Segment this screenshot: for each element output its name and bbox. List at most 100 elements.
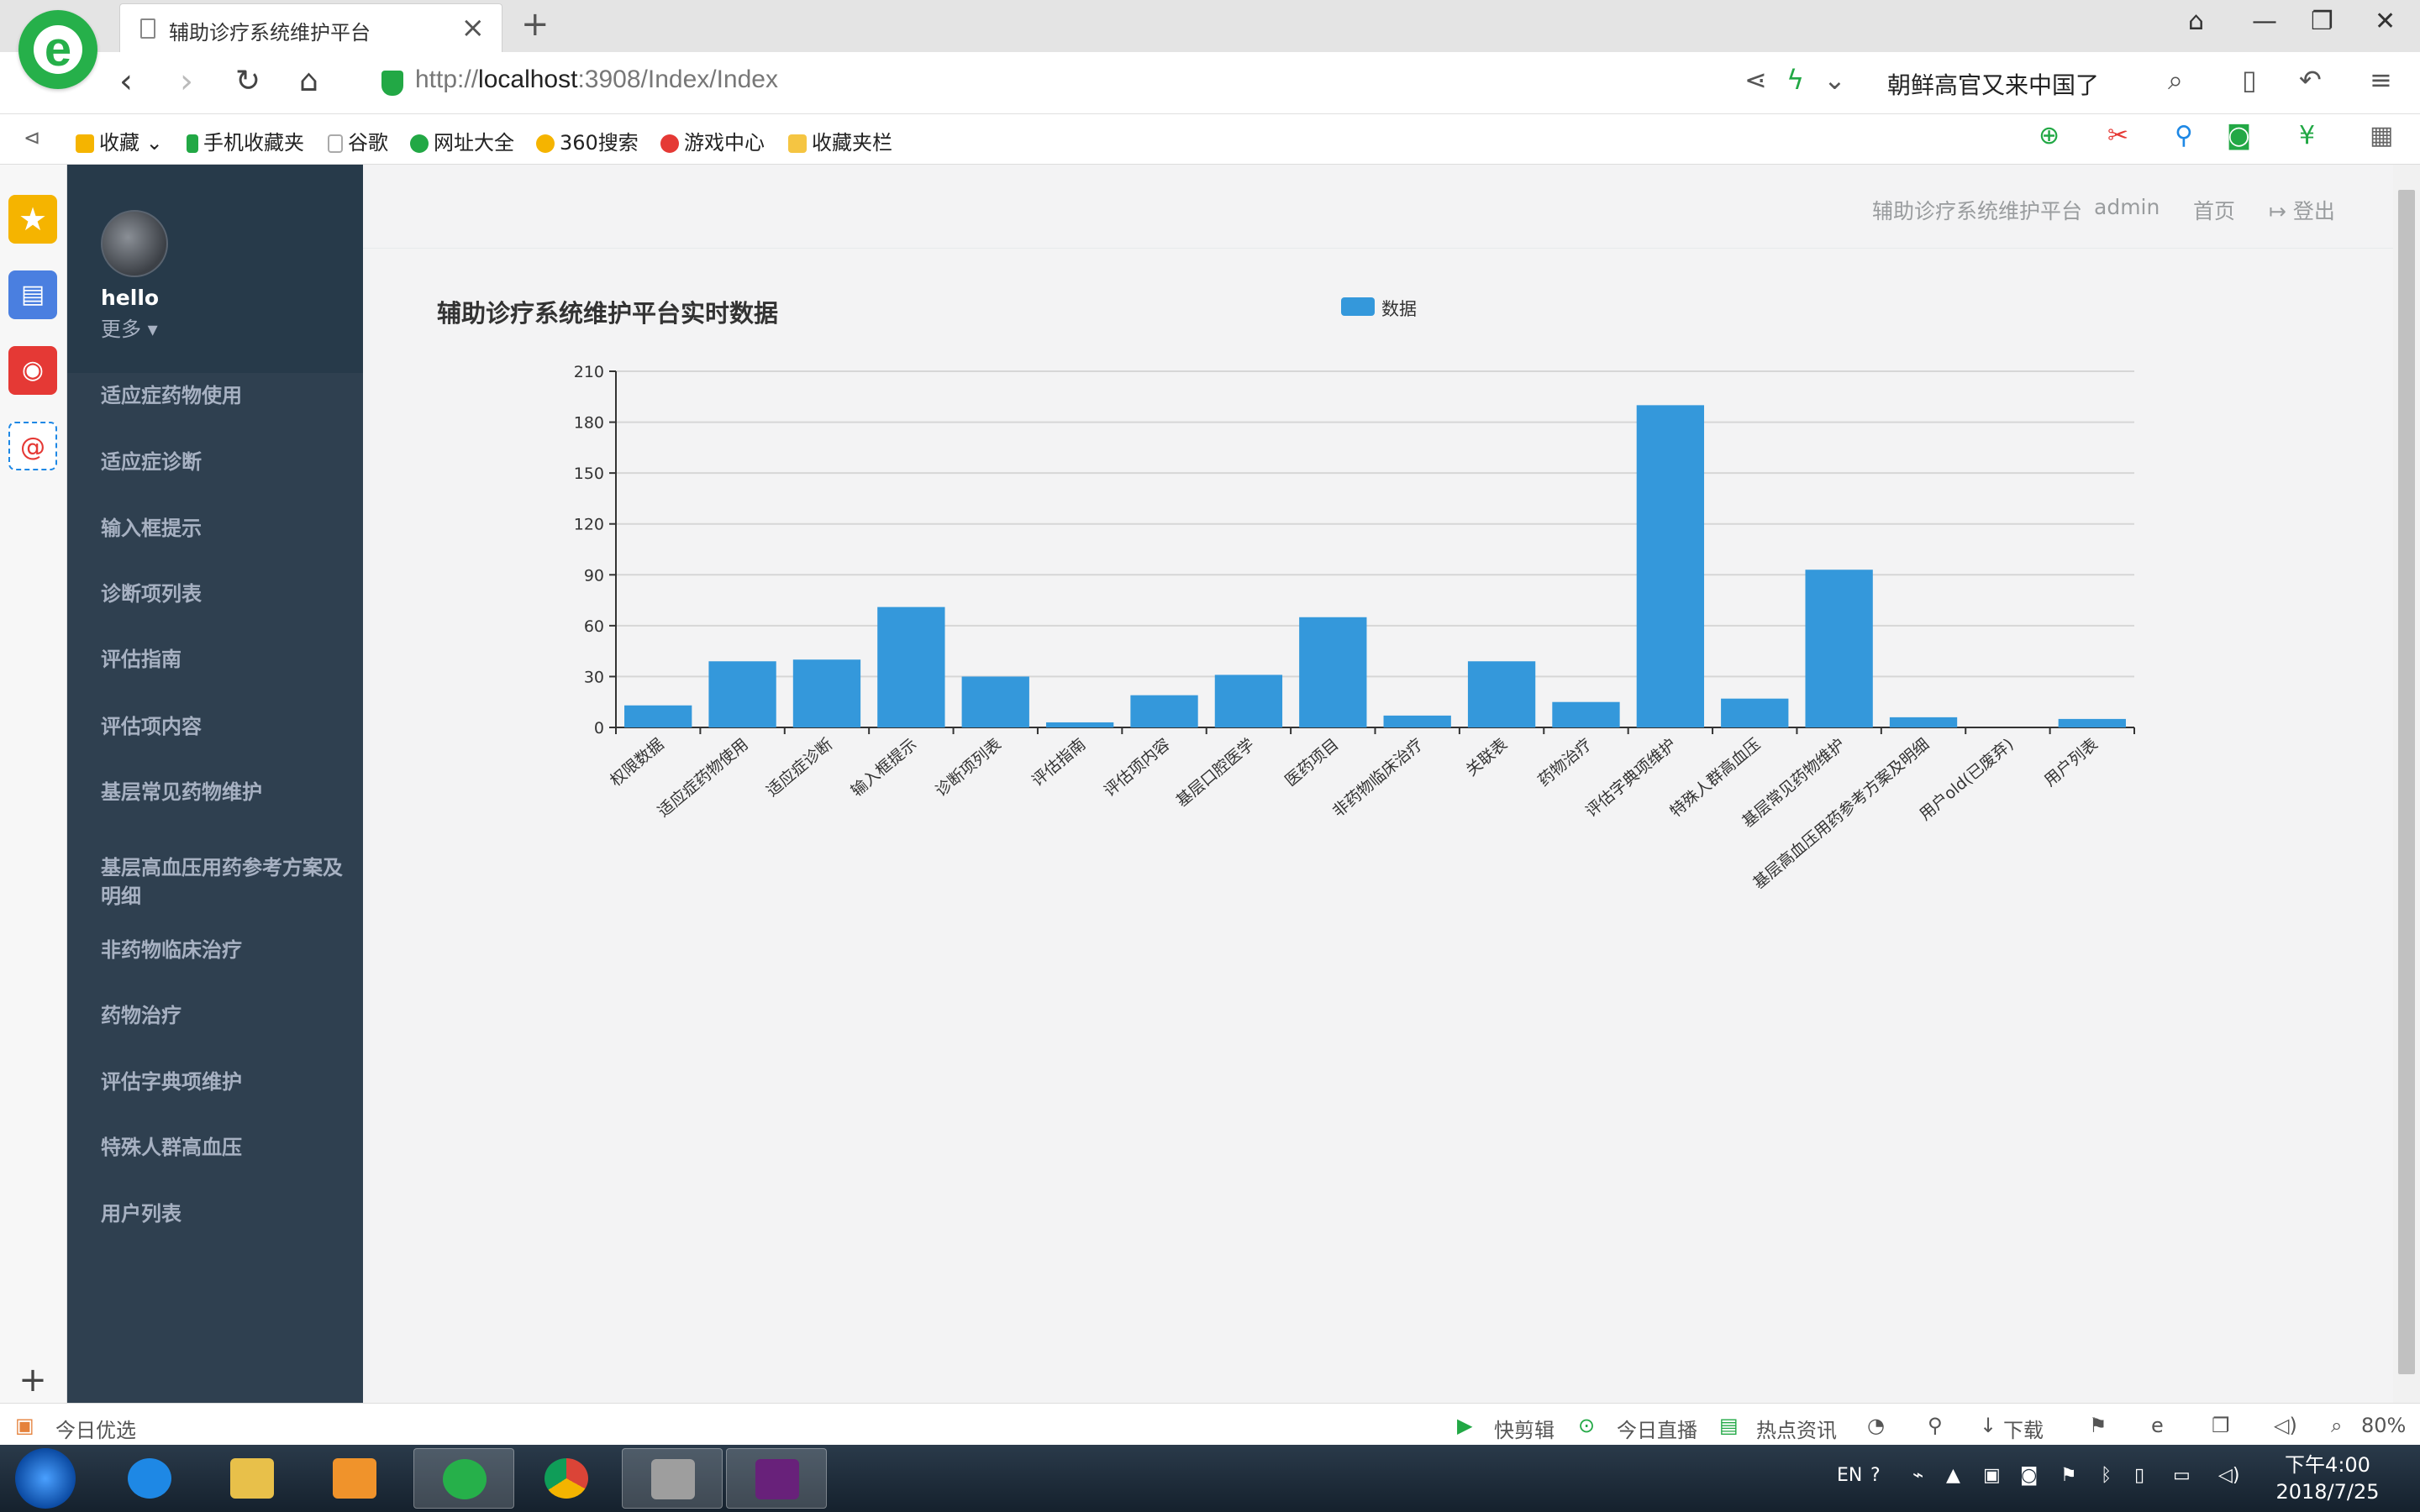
chart-bar[interactable]	[1045, 722, 1114, 727]
sidebar-nav-item[interactable]: 特殊人群高血压	[101, 1133, 345, 1162]
favorite-item[interactable]: 谷歌	[328, 126, 388, 155]
chart-bar[interactable]	[708, 661, 776, 727]
rocket-icon[interactable]: ⚲	[1928, 1414, 1943, 1437]
chart-bar[interactable]	[877, 606, 945, 727]
news-search-hint[interactable]: 朝鲜高官又来中国了	[1887, 67, 2099, 101]
menu-icon[interactable]: ≡	[2370, 64, 2392, 96]
zoom-level[interactable]: 80%	[2361, 1414, 2406, 1437]
battery-icon[interactable]: ▯	[2134, 1465, 2144, 1486]
avatar[interactable]	[101, 210, 168, 277]
pen-icon[interactable]: ⌁	[1912, 1465, 1923, 1486]
download-link[interactable]: 下载	[2003, 1414, 2044, 1443]
zoom-icon[interactable]: ⌕	[2331, 1414, 2342, 1437]
explorer-taskbar-icon[interactable]	[202, 1448, 302, 1509]
window-icon[interactable]: ❐	[2212, 1414, 2230, 1437]
visual-studio-taskbar-icon[interactable]	[726, 1448, 827, 1509]
sidebar-nav-item[interactable]: 输入框提示	[101, 514, 345, 543]
sidebar-nav-item[interactable]: 适应症药物使用	[101, 381, 345, 410]
forward-icon[interactable]: ›	[180, 62, 193, 101]
tab-close-icon[interactable]: ×	[461, 11, 486, 45]
browser-tab[interactable]: 辅助诊疗系统维护平台 ×	[119, 3, 502, 52]
favorite-item[interactable]: 游戏中心	[660, 126, 765, 155]
favorite-item[interactable]: 360搜索	[536, 126, 639, 155]
wallet-icon[interactable]: ¥	[2299, 121, 2315, 150]
new-tab-button[interactable]: +	[521, 5, 550, 44]
zoom-icon[interactable]: ⚲	[2175, 121, 2193, 150]
sidebar-nav-item[interactable]: 评估字典项维护	[101, 1068, 345, 1096]
chart-bar[interactable]	[624, 705, 692, 727]
chart-bar[interactable]	[1299, 617, 1367, 727]
chart-bar[interactable]	[1636, 405, 1705, 727]
network-icon[interactable]: ▭	[2173, 1465, 2191, 1486]
today-picks[interactable]: 今日优选	[55, 1414, 136, 1443]
sidebar-nav-item[interactable]: 非药物临床治疗	[101, 936, 345, 964]
phone-icon[interactable]: ▯	[2242, 64, 2257, 96]
sidebar-nav-item[interactable]: 基层常见药物维护	[101, 778, 345, 806]
favorite-item[interactable]: 手机收藏夹	[187, 126, 304, 155]
sound-icon[interactable]: ◁)	[2274, 1414, 2297, 1437]
favorite-item[interactable]: 网址大全	[410, 126, 514, 155]
sidebar-nav-item[interactable]: 评估指南	[101, 645, 345, 674]
start-button[interactable]	[15, 1448, 76, 1509]
360-browser-taskbar-icon[interactable]	[413, 1448, 514, 1509]
sidebar-nav-item[interactable]: 药物治疗	[101, 1001, 345, 1030]
system-clock[interactable]: 下午4:00 2018/7/25	[2269, 1452, 2386, 1505]
apps-grid-icon[interactable]: ▦	[2370, 121, 2393, 150]
speed-icon[interactable]: ◔	[1867, 1414, 1885, 1437]
more-dropdown[interactable]: 更多 ▾	[101, 312, 158, 342]
chart-bar[interactable]	[1214, 675, 1283, 727]
legend-swatch[interactable]	[1341, 297, 1375, 316]
flag-icon[interactable]: ⚑	[2089, 1414, 2107, 1437]
sidebar-nav-item[interactable]: 诊断项列表	[101, 580, 345, 608]
url-field[interactable]: http://localhost:3908/Index/Index	[415, 66, 778, 102]
undo-icon[interactable]: ↶	[2299, 64, 2322, 96]
page-scrollbar[interactable]	[2393, 165, 2420, 1403]
minimize-button[interactable]: —	[2252, 7, 2277, 36]
scrollbar-thumb[interactable]	[2398, 190, 2415, 1374]
sidebar-nav-item[interactable]: 用户列表	[101, 1200, 345, 1228]
chart-bar[interactable]	[1721, 698, 1789, 727]
chart-bar[interactable]	[1805, 570, 1873, 727]
sidebar-nav-item[interactable]: 评估项内容	[101, 712, 345, 741]
sidebar-nav-item[interactable]: 适应症诊断	[101, 448, 345, 476]
tray-app-icon[interactable]: ◙	[2020, 1465, 2038, 1486]
chart-bar[interactable]	[1889, 717, 1958, 727]
translate-icon[interactable]: ⊕	[2039, 121, 2060, 150]
quick-clip[interactable]: 快剪辑	[1494, 1414, 1555, 1443]
favorite-item[interactable]: 收藏 ⌄	[76, 126, 163, 155]
tray-app-icon[interactable]: ▣	[1983, 1465, 2001, 1486]
today-live[interactable]: 今日直播	[1617, 1414, 1697, 1443]
chevron-down-icon[interactable]: ⌄	[1823, 64, 1846, 96]
chart-bar[interactable]	[1383, 715, 1451, 727]
ie-taskbar-icon[interactable]	[99, 1448, 200, 1509]
hot-news[interactable]: 热点资讯	[1756, 1414, 1837, 1443]
input-language[interactable]: EN	[1837, 1465, 1862, 1486]
add-icon[interactable]: +	[8, 1356, 57, 1404]
scissors-icon[interactable]: ✂	[2107, 121, 2128, 150]
bluetooth-icon[interactable]: ᛒ	[2101, 1465, 2112, 1486]
home-icon[interactable]: ⌂	[299, 64, 318, 98]
refresh-icon[interactable]: ↻	[235, 64, 260, 98]
media-taskbar-icon[interactable]	[304, 1448, 405, 1509]
home-link[interactable]: 首页	[2193, 195, 2235, 225]
sidebar-nav-item[interactable]: 基层高血压用药参考方案及明细	[101, 853, 345, 911]
restore-button[interactable]: ❐	[2311, 7, 2333, 36]
help-icon[interactable]: ?	[1870, 1465, 1881, 1486]
share-icon[interactable]: ⋖	[1744, 64, 1767, 96]
collapse-sidebar-icon[interactable]: ⊲	[24, 126, 40, 150]
news-icon[interactable]: ▤	[8, 270, 57, 319]
chrome-taskbar-icon[interactable]	[516, 1448, 617, 1509]
weibo-icon[interactable]: ◉	[8, 346, 57, 395]
action-center-icon[interactable]: ⚑	[2060, 1465, 2077, 1486]
browser-logo[interactable]: e	[18, 10, 97, 89]
chart-bar[interactable]	[792, 659, 861, 727]
tray-expand-icon[interactable]: ▲	[1946, 1465, 1960, 1486]
ie-icon[interactable]: e	[2151, 1414, 2164, 1437]
mail-icon[interactable]: @	[8, 422, 57, 470]
search-icon[interactable]: ⌕	[2168, 64, 2183, 97]
star-icon[interactable]: ★	[8, 195, 57, 244]
chart-bar[interactable]	[1467, 661, 1536, 727]
shirt-skin-icon[interactable]: ⌂	[2188, 7, 2204, 36]
chart-bar[interactable]	[961, 676, 1029, 727]
chart-bar[interactable]	[2058, 718, 2126, 727]
